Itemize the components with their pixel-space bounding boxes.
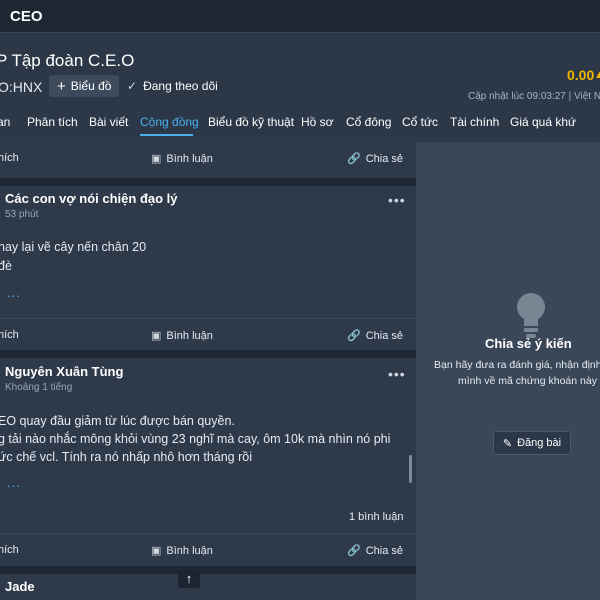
tab-price-history[interactable]: Giá quá khứ bbox=[510, 115, 576, 129]
like-button[interactable]: hích bbox=[0, 329, 19, 341]
tab-financials[interactable]: Tài chính bbox=[450, 115, 499, 129]
check-icon: ✓ bbox=[127, 79, 138, 93]
post-text-line: g tải nào nhắc mông khỏi vùng 23 nghĩ mà… bbox=[0, 432, 391, 446]
like-label: hích bbox=[0, 544, 19, 556]
share-button[interactable]: 🔗 Chia sẻ bbox=[347, 152, 403, 166]
price-value: 0.00 bbox=[567, 67, 595, 83]
share-label: Chia sẻ bbox=[365, 152, 403, 165]
chart-button-label: Biểu đồ bbox=[70, 79, 112, 93]
pencil-icon: ✎ bbox=[502, 437, 513, 450]
comment-count[interactable]: 1 bình luận bbox=[349, 511, 403, 523]
comment-button[interactable]: ▣ Bình luận bbox=[151, 329, 213, 343]
read-more-link[interactable]: ... bbox=[7, 285, 21, 300]
like-label: hích bbox=[0, 152, 19, 164]
community-feed[interactable]: hích ▣ Bình luận 🔗 Chia sẻ Các con vợ nói … bbox=[0, 142, 416, 600]
link-icon: 🔗 bbox=[347, 153, 361, 165]
follow-toggle[interactable]: ✓ Đang theo dõi bbox=[127, 79, 218, 93]
comment-icon: ▣ bbox=[151, 153, 162, 165]
create-post-button[interactable]: ✎ Đăng bài bbox=[493, 431, 571, 455]
tab-analysis[interactable]: Phân tích bbox=[27, 115, 78, 129]
comment-button[interactable]: ▣ Bình luận bbox=[151, 152, 213, 166]
comment-label: Bình luận bbox=[166, 152, 213, 165]
plus-icon: + bbox=[57, 77, 66, 95]
tab-shareholders[interactable]: Cổ đông bbox=[346, 115, 391, 129]
tab-bar: an Phân tích Bài viết Cộng đồng Biểu đồ … bbox=[0, 115, 600, 137]
comment-label: Bình luận bbox=[166, 544, 213, 557]
scroll-to-top-button[interactable]: ↑ bbox=[178, 570, 200, 588]
post-actions: hích ▣ Bình luận 🔗 Chia sẻ bbox=[0, 142, 416, 176]
comment-icon: ▣ bbox=[151, 545, 162, 557]
tab-articles[interactable]: Bài viết bbox=[89, 115, 128, 129]
post-time: Khoảng 1 tiếng bbox=[5, 382, 73, 393]
more-options-icon[interactable]: ••• bbox=[388, 192, 406, 208]
comment-icon: ▣ bbox=[151, 330, 162, 342]
link-icon: 🔗 bbox=[347, 545, 361, 557]
post-separator bbox=[0, 566, 416, 574]
link-icon: 🔗 bbox=[347, 330, 361, 342]
comment-label: Bình luận bbox=[166, 329, 213, 342]
post-author[interactable]: Nguyên Xuân Tùng bbox=[5, 364, 123, 379]
share-button[interactable]: 🔗 Chia sẻ bbox=[347, 329, 403, 343]
post-text-line: EO quay đầu giảm từ lúc được bán quyền. bbox=[0, 414, 235, 428]
share-label: Chia sẻ bbox=[365, 329, 403, 342]
chart-button[interactable]: + Biểu đồ bbox=[49, 75, 120, 97]
share-title: Chia sẻ ý kiến bbox=[485, 336, 572, 351]
price-arrow-icon: ▲ bbox=[594, 69, 600, 81]
share-description: Bạn hãy đưa ra đánh giá, nhận định mình … bbox=[434, 357, 600, 389]
like-label: hích bbox=[0, 329, 19, 341]
more-options-icon[interactable]: ••• bbox=[388, 366, 406, 382]
tab-technical-chart[interactable]: Biểu đồ kỹ thuật bbox=[208, 115, 294, 129]
post-text-line: nay lại vẽ cây nến chân 20 bbox=[0, 240, 147, 254]
tab-overview[interactable]: an bbox=[0, 115, 10, 129]
arrow-up-icon: ↑ bbox=[185, 571, 193, 586]
post-separator bbox=[0, 178, 416, 186]
active-tab-indicator bbox=[140, 134, 193, 136]
like-button[interactable]: hích bbox=[0, 544, 19, 556]
scrollbar-thumb[interactable] bbox=[409, 455, 412, 483]
post-actions: hích ▣ Bình luận 🔗 Chia sẻ bbox=[0, 533, 416, 567]
read-more-link[interactable]: ... bbox=[7, 475, 21, 490]
post-author[interactable]: Các con vợ nói chiện đạo lý bbox=[5, 191, 178, 206]
share-button[interactable]: 🔗 Chia sẻ bbox=[347, 544, 403, 558]
post-separator bbox=[0, 350, 416, 358]
post-text-line: ức chế vcl. Tính ra nó nhấp nhô hơn thán… bbox=[0, 450, 252, 464]
post-author[interactable]: Jade bbox=[5, 579, 35, 594]
tab-dividends[interactable]: Cổ tức bbox=[402, 115, 438, 129]
like-button[interactable]: hích bbox=[0, 152, 19, 164]
post-text-line: đè bbox=[0, 259, 12, 273]
follow-label: Đang theo dõi bbox=[143, 79, 218, 93]
post-time: 53 phút bbox=[5, 209, 39, 220]
company-name: P Tập đoàn C.E.O bbox=[0, 51, 135, 70]
tab-community[interactable]: Cộng đồng bbox=[140, 115, 199, 129]
post-actions: hích ▣ Bình luận 🔗 Chia sẻ bbox=[0, 318, 416, 352]
app-title: CEO bbox=[10, 8, 43, 25]
ticker-label: O:HNX bbox=[0, 79, 43, 95]
share-description-line: Bạn hãy đưa ra đánh giá, nhận định bbox=[434, 359, 600, 371]
top-bar: CEO bbox=[0, 0, 600, 33]
share-description-line: mình về mã chứng khoán này bbox=[458, 375, 597, 387]
tab-profile[interactable]: Hồ sơ bbox=[301, 115, 334, 129]
update-time: Cập nhật lúc 09:03:27 | Việt Nam bbox=[468, 91, 600, 102]
share-label: Chia sẻ bbox=[365, 544, 403, 557]
comment-button[interactable]: ▣ Bình luận bbox=[151, 544, 213, 558]
create-post-label: Đăng bài bbox=[517, 437, 562, 449]
lightbulb-icon bbox=[517, 293, 545, 338]
